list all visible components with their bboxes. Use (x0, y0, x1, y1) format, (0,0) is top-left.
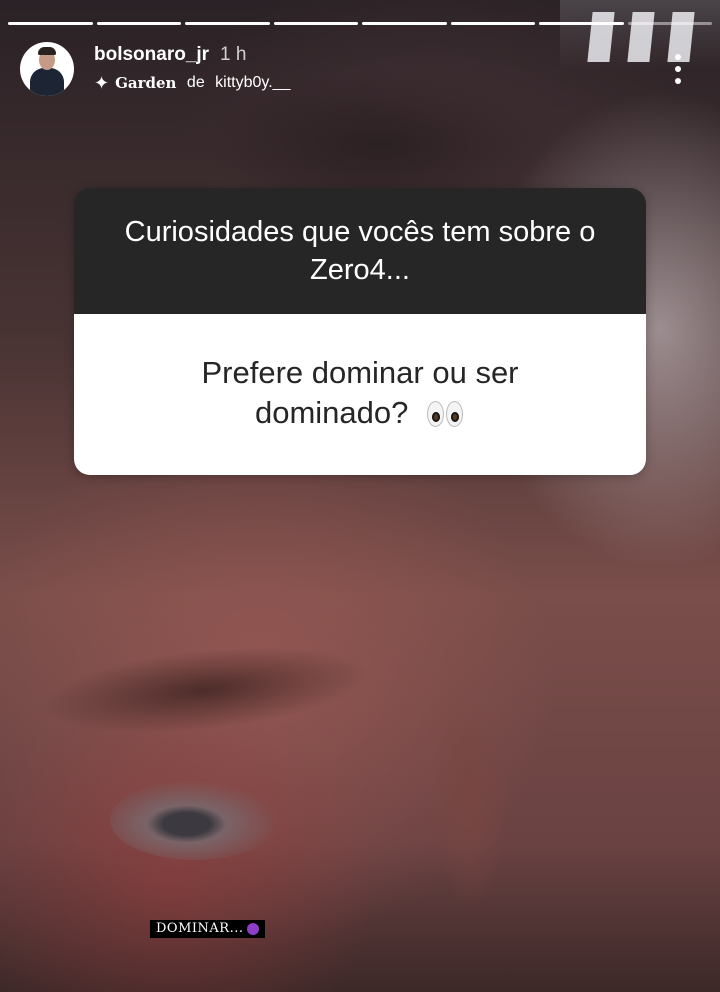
progress-segment (185, 22, 270, 25)
progress-segment (362, 22, 447, 25)
sparkle-icon: ✦ (94, 73, 110, 93)
story-header: bolsonaro_jr 1 h ✦ Garden de kittyb0y.__ (20, 40, 700, 100)
story-timestamp: 1 h (220, 44, 247, 65)
progress-segment (96, 22, 181, 25)
answer-text: Prefere dominar ou ser dominado? (201, 354, 519, 430)
smiling-devil-emoji (247, 923, 260, 935)
progress-segment (8, 22, 93, 25)
photo-eyebrow (36, 632, 374, 748)
question-header: Curiosidades que vocês tem sobre o Zero4… (74, 188, 646, 314)
progress-segment (273, 22, 358, 25)
song-title: Garden (115, 74, 177, 92)
answer-area: Prefere dominar ou ser dominado? (74, 314, 646, 475)
sticker-text: DOMINAR... (156, 921, 244, 936)
music-connector: de (182, 74, 210, 91)
username[interactable]: bolsonaro_jr (94, 44, 209, 66)
text-sticker: DOMINAR... (150, 920, 266, 938)
question-sticker[interactable]: Curiosidades que vocês tem sobre o Zero4… (74, 188, 646, 475)
avatar[interactable] (20, 42, 74, 96)
artist-name: kittyb0y.__ (215, 74, 291, 91)
eyes-emoji (427, 397, 465, 437)
photo-eye (110, 780, 280, 860)
story-progress-bar (8, 22, 712, 25)
photo-ear (430, 690, 510, 910)
music-attribution[interactable]: ✦ Garden de kittyb0y.__ (94, 74, 290, 92)
progress-segment (627, 22, 712, 25)
progress-segment (539, 22, 624, 25)
progress-segment (450, 22, 535, 25)
story-viewer[interactable]: bolsonaro_jr 1 h ✦ Garden de kittyb0y.__… (0, 0, 720, 992)
more-vertical-icon[interactable] (674, 54, 682, 84)
question-text: Curiosidades que vocês tem sobre o Zero4… (124, 216, 596, 286)
